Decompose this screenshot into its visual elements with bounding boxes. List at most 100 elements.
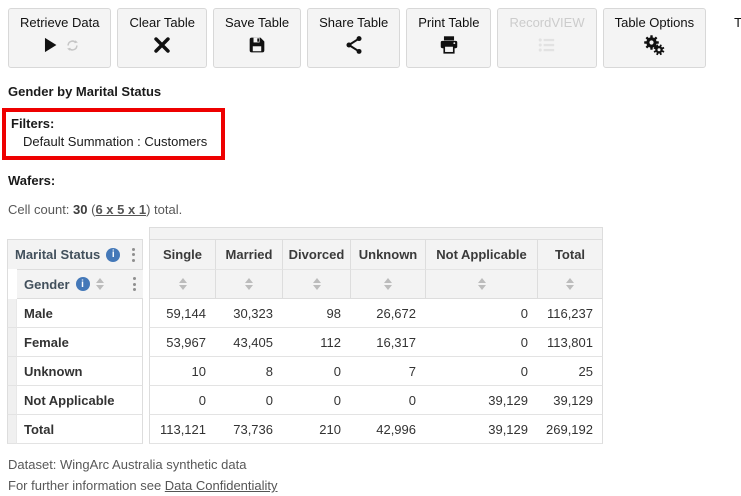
data-cell: 73,736 — [215, 415, 282, 444]
column-header-single[interactable]: Single — [149, 239, 215, 269]
data-cell: 0 — [425, 357, 537, 386]
sort-icon[interactable] — [178, 278, 187, 290]
row-field-header[interactable]: Gender — [17, 269, 143, 299]
sort-icon[interactable] — [477, 278, 486, 290]
sort-column-unknown[interactable] — [350, 269, 425, 299]
save-table-button[interactable]: Save Table — [213, 8, 302, 68]
data-cell: 210 — [282, 415, 350, 444]
sort-column-total[interactable] — [537, 269, 603, 299]
data-cell: 10 — [149, 357, 215, 386]
row-indent — [7, 386, 17, 415]
data-cell: 269,192 — [537, 415, 603, 444]
data-confidentiality-link[interactable]: Data Confidentiality — [165, 478, 278, 493]
list-icon — [536, 34, 558, 59]
data-cell: 39,129 — [425, 415, 537, 444]
row-indent — [7, 328, 17, 357]
data-cell: 0 — [282, 386, 350, 415]
column-field-label: Marital Status — [15, 247, 101, 262]
row-indent — [7, 357, 17, 386]
data-cell: 16,317 — [350, 328, 425, 357]
cell-count-suffix: total. — [150, 202, 183, 217]
column-header-not-applicable[interactable]: Not Applicable — [425, 239, 537, 269]
row-indent — [7, 299, 17, 328]
data-cell: 25 — [537, 357, 603, 386]
data-cell: 113,121 — [149, 415, 215, 444]
data-cell: 8 — [215, 357, 282, 386]
data-cell: 7 — [350, 357, 425, 386]
filters-heading: Filters: — [11, 116, 55, 131]
column-header-unknown[interactable]: Unknown — [350, 239, 425, 269]
share-icon — [343, 34, 365, 59]
data-cell: 43,405 — [215, 328, 282, 357]
retrieve-data-label: Retrieve Data — [20, 15, 100, 30]
print-table-button[interactable]: Print Table — [406, 8, 492, 68]
data-cell: 42,996 — [350, 415, 425, 444]
data-cell: 30,323 — [215, 299, 282, 328]
data-cell: 0 — [425, 328, 537, 357]
clear-table-button[interactable]: Clear Table — [117, 8, 208, 68]
info-icon[interactable] — [75, 277, 90, 291]
recordview-button: RecordVIEW — [497, 8, 597, 68]
printer-icon — [438, 34, 460, 59]
sort-column-not-applicable[interactable] — [425, 269, 537, 299]
cell-dimensions-link[interactable]: 6 x 5 x 1 — [95, 202, 146, 217]
kebab-menu-icon[interactable] — [132, 247, 135, 262]
filters-highlight-box: Filters: Default Summation : Customers — [2, 108, 226, 160]
share-table-label: Share Table — [319, 15, 389, 30]
sort-icon[interactable] — [245, 278, 253, 290]
data-cell: 39,129 — [537, 386, 603, 415]
column-header-divorced[interactable]: Divorced — [282, 239, 350, 269]
save-table-label: Save Table — [225, 15, 290, 30]
sort-column-divorced[interactable] — [282, 269, 350, 299]
filter-item: Default Summation : Customers — [23, 134, 208, 149]
row-label-unknown: Unknown — [17, 357, 143, 386]
table-corner-spacer — [7, 227, 143, 239]
wafers-heading: Wafers: — [8, 173, 56, 188]
sort-icon[interactable] — [95, 278, 104, 290]
sort-icon[interactable] — [312, 278, 321, 290]
gears-icon — [642, 33, 666, 60]
column-header-married[interactable]: Married — [215, 239, 282, 269]
data-cell: 0 — [350, 386, 425, 415]
sort-column-married[interactable] — [215, 269, 282, 299]
column-field-header[interactable]: Marital Status — [7, 239, 143, 269]
row-field-indent — [7, 269, 17, 299]
table-options-button[interactable]: Table Options — [602, 8, 707, 68]
data-cell: 112 — [282, 328, 350, 357]
row-label-not-applicable: Not Applicable — [17, 386, 143, 415]
data-table: Marital Status Single Married Divorced U… — [7, 227, 741, 444]
data-cell: 98 — [282, 299, 350, 328]
cell-count-value: 30 — [73, 202, 88, 217]
row-field-label: Gender — [24, 276, 70, 292]
confidentiality-line: For further information see Data Confide… — [8, 475, 741, 496]
play-icon — [39, 34, 61, 59]
share-table-button[interactable]: Share Table — [307, 8, 401, 68]
column-header-total[interactable]: Total — [537, 239, 603, 269]
sort-icon[interactable] — [566, 278, 574, 290]
toolbar: Retrieve Data Clear Table Save Table Sha… — [0, 0, 741, 68]
data-cell: 116,237 — [537, 299, 603, 328]
row-label-total: Total — [17, 415, 143, 444]
clear-table-label: Clear Table — [129, 15, 196, 30]
column-header-strip — [149, 227, 603, 239]
page-title: Gender by Marital Status — [8, 84, 162, 99]
info-icon[interactable] — [106, 247, 121, 262]
retrieve-data-button[interactable]: Retrieve Data — [8, 8, 112, 68]
x-icon — [151, 34, 173, 59]
data-cell: 59,144 — [149, 299, 215, 328]
trash-button[interactable]: Trash — [722, 8, 741, 68]
dataset-line: Dataset: WingArc Australia synthetic dat… — [8, 457, 247, 472]
floppy-icon — [246, 34, 268, 59]
cell-count-line: Cell count: 30 (6 x 5 x 1) total. — [8, 202, 741, 217]
table-options-label: Table Options — [614, 15, 695, 30]
data-cell: 0 — [425, 299, 537, 328]
sort-column-single[interactable] — [149, 269, 215, 299]
row-label-female: Female — [17, 328, 143, 357]
cell-count-prefix: Cell count: — [8, 202, 74, 217]
data-cell: 113,801 — [537, 328, 603, 357]
trash-label: Trash — [734, 15, 741, 30]
print-table-label: Print Table — [418, 15, 480, 30]
kebab-menu-icon[interactable] — [133, 277, 136, 291]
sort-icon[interactable] — [384, 278, 392, 290]
data-cell: 39,129 — [425, 386, 537, 415]
